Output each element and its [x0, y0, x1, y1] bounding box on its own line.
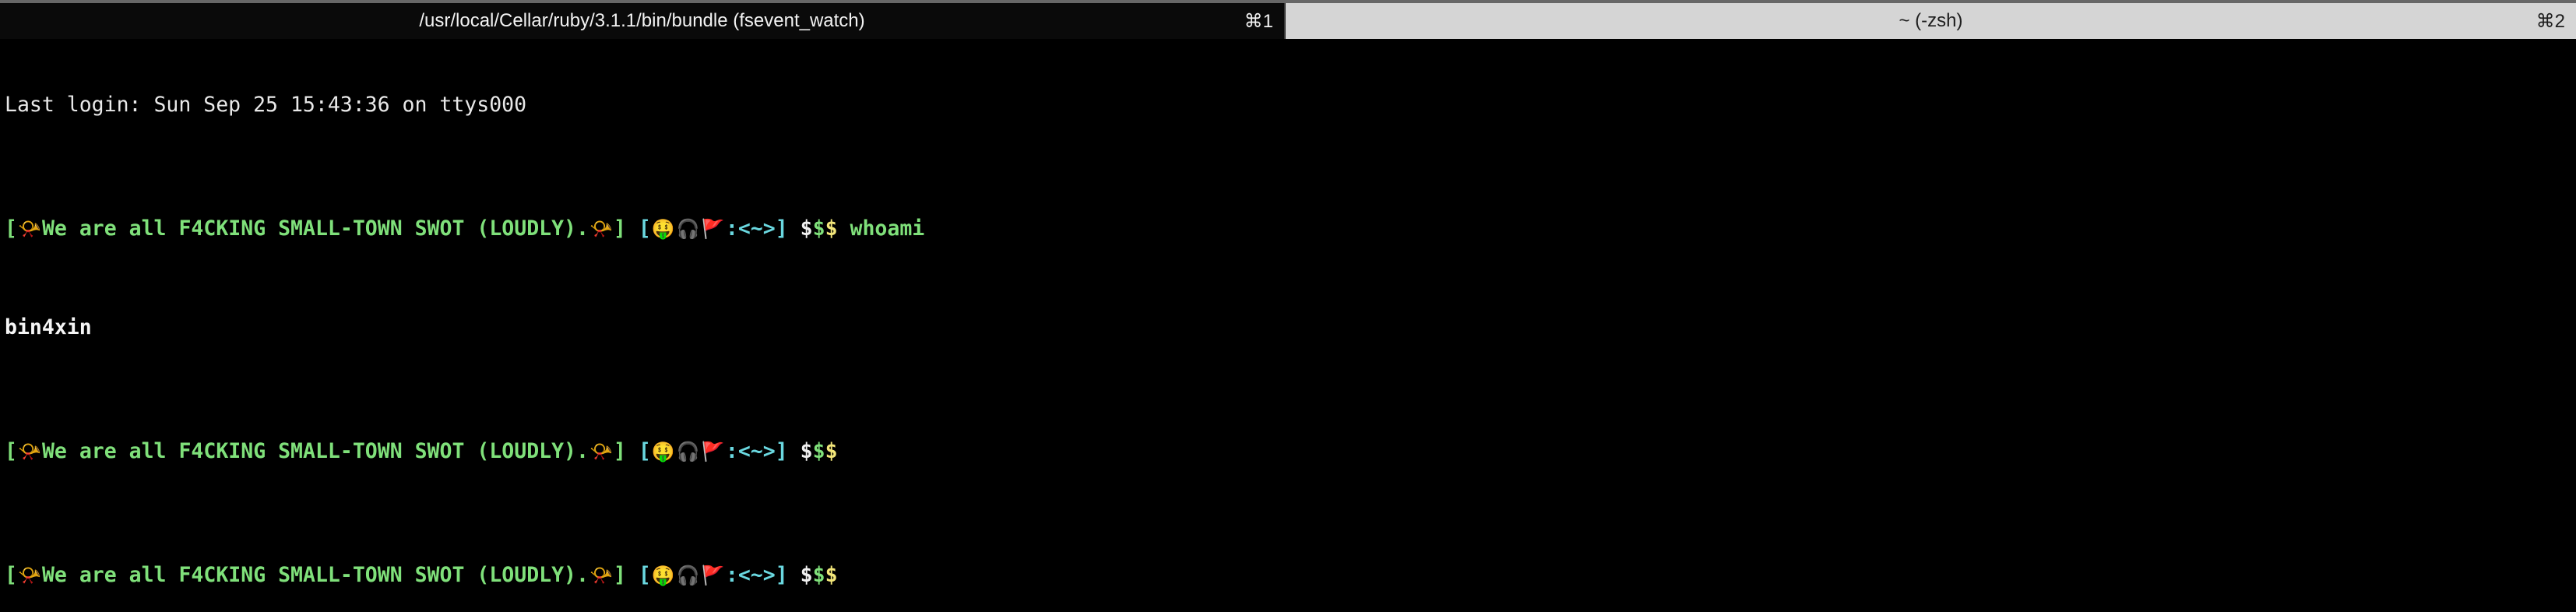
- megaphone-icon: 📯: [18, 440, 41, 463]
- prompt-bracket: ]: [775, 216, 788, 241]
- prompt-dollar: $: [800, 438, 813, 463]
- headphones-icon: 🎧: [676, 564, 700, 586]
- tab-shortcut: ⌘2: [2536, 10, 2565, 32]
- prompt-bracket: [: [638, 438, 651, 463]
- prompt-motto: We are all F4CKING SMALL-TOWN SWOT (LOUD…: [41, 562, 589, 587]
- flag-icon: 🚩: [701, 564, 725, 586]
- money-face-icon: 🤑: [651, 217, 675, 240]
- terminal-output[interactable]: Last login: Sun Sep 25 15:43:36 on ttys0…: [5, 43, 2576, 612]
- headphones-icon: 🎧: [676, 440, 700, 463]
- prompt-dollar: $: [825, 562, 838, 587]
- tab-zsh[interactable]: ~ (-zsh) ⌘2: [1286, 3, 2576, 39]
- flag-icon: 🚩: [701, 217, 725, 240]
- tab-bundle-fsevent-watch[interactable]: /usr/local/Cellar/ruby/3.1.1/bin/bundle …: [0, 3, 1286, 39]
- prompt-dollar: $: [812, 216, 825, 241]
- megaphone-icon: 📯: [18, 564, 41, 586]
- prompt-bracket: [: [5, 216, 17, 241]
- tab-bar: /usr/local/Cellar/ruby/3.1.1/bin/bundle …: [0, 3, 2576, 39]
- megaphone-icon: 📯: [589, 440, 613, 463]
- prompt-path: :<~>: [725, 216, 776, 241]
- command-output: bin4xin: [5, 315, 92, 339]
- command-text: whoami: [850, 216, 925, 241]
- prompt-bracket: ]: [775, 562, 788, 587]
- flag-icon: 🚩: [701, 440, 725, 463]
- prompt-line: [📯We are all F4CKING SMALL-TOWN SWOT (LO…: [5, 563, 2576, 588]
- megaphone-icon: 📯: [18, 217, 41, 240]
- headphones-icon: 🎧: [676, 217, 700, 240]
- tab-divider: [0, 39, 2576, 40]
- tab-title: /usr/local/Cellar/ruby/3.1.1/bin/bundle …: [419, 10, 865, 31]
- prompt-line: [📯We are all F4CKING SMALL-TOWN SWOT (LO…: [5, 439, 2576, 464]
- prompt-bracket: ]: [775, 438, 788, 463]
- prompt-line: [📯We are all F4CKING SMALL-TOWN SWOT (LO…: [5, 216, 2576, 241]
- prompt-motto: We are all F4CKING SMALL-TOWN SWOT (LOUD…: [41, 216, 589, 241]
- megaphone-icon: 📯: [589, 217, 613, 240]
- prompt-dollar: $: [800, 562, 813, 587]
- prompt-path: :<~>: [725, 438, 776, 463]
- prompt-dollar: $: [825, 216, 838, 241]
- prompt-bracket: ]: [613, 438, 626, 463]
- tab-title: ~ (-zsh): [1899, 10, 1963, 31]
- prompt-bracket: [: [5, 562, 17, 587]
- prompt-dollar: $: [800, 216, 813, 241]
- prompt-bracket: [: [638, 562, 651, 587]
- prompt-dollar: $: [812, 562, 825, 587]
- prompt-motto: We are all F4CKING SMALL-TOWN SWOT (LOUD…: [41, 438, 589, 463]
- prompt-bracket: [: [638, 216, 651, 241]
- money-face-icon: 🤑: [651, 564, 675, 586]
- terminal-window: /usr/local/Cellar/ruby/3.1.1/bin/bundle …: [0, 0, 2576, 612]
- prompt-path: :<~>: [725, 562, 776, 587]
- megaphone-icon: 📯: [589, 564, 613, 586]
- prompt-dollar: $: [825, 438, 838, 463]
- prompt-bracket: [: [5, 438, 17, 463]
- prompt-bracket: ]: [613, 216, 626, 241]
- prompt-dollar: $: [812, 438, 825, 463]
- last-login-line: Last login: Sun Sep 25 15:43:36 on ttys0…: [5, 92, 527, 117]
- money-face-icon: 🤑: [651, 440, 675, 463]
- prompt-bracket: ]: [613, 562, 626, 587]
- tab-shortcut: ⌘1: [1244, 10, 1273, 32]
